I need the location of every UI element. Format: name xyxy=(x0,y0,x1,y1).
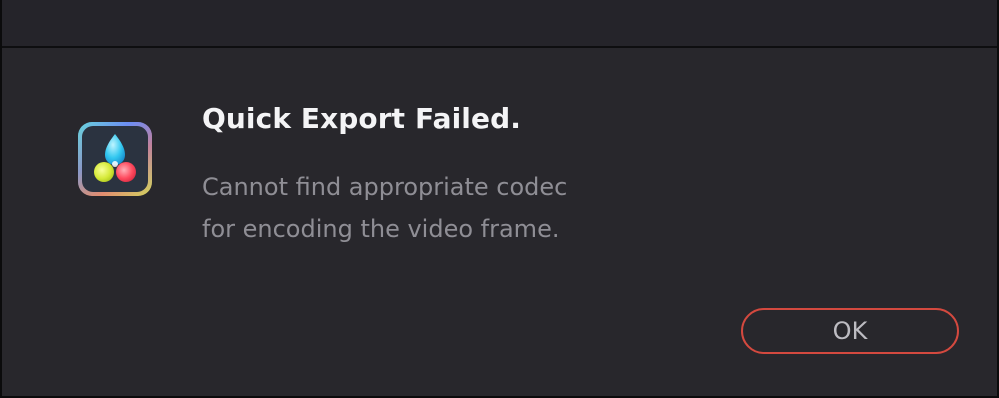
error-dialog-window: Quick Export Failed. Cannot find appropr… xyxy=(0,0,999,398)
dialog-message-line-1: Cannot find appropriate codec xyxy=(202,173,568,201)
dialog-message-line-2: for encoding the video frame. xyxy=(202,215,560,243)
dialog-title: Quick Export Failed. xyxy=(202,102,521,135)
davinci-resolve-app-icon xyxy=(76,120,154,198)
ok-button[interactable]: OK xyxy=(741,308,959,354)
window-top-bar xyxy=(2,0,997,48)
alert-dialog: Quick Export Failed. Cannot find appropr… xyxy=(2,48,997,396)
dialog-message: Cannot find appropriate codec for encodi… xyxy=(202,166,722,250)
